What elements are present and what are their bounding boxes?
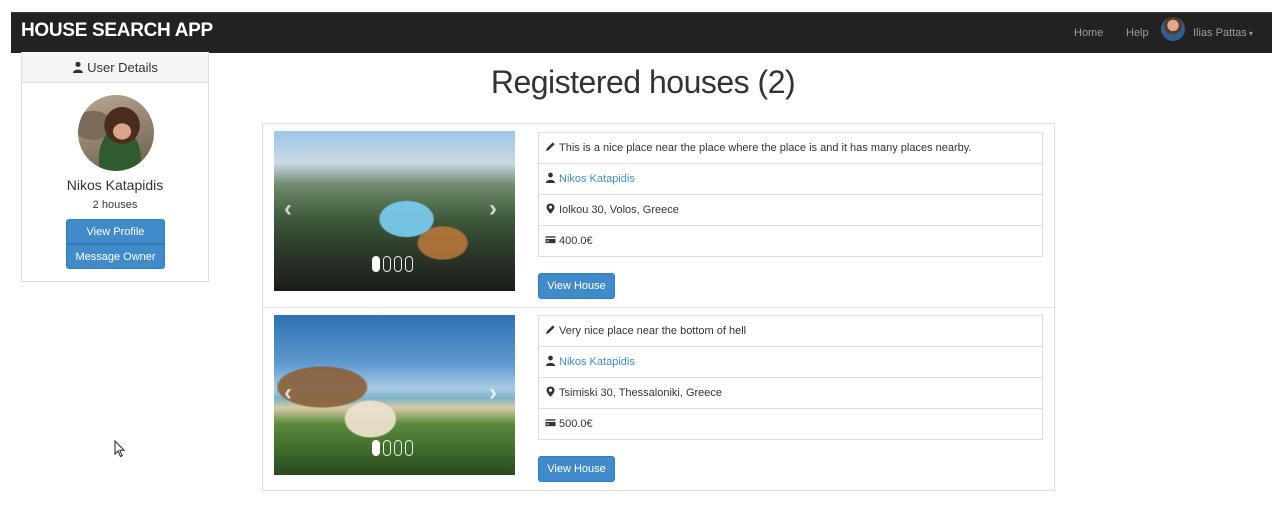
chevron-left-icon[interactable]: ‹ [284,381,298,405]
house-price: 400.0€ [539,226,1042,256]
carousel-indicator[interactable] [383,440,391,456]
panel-heading-label: User Details [87,60,158,75]
map-marker-icon [546,203,555,214]
house-address-text: Iolkou 30, Volos, Greece [559,204,679,216]
user-icon [545,355,556,366]
carousel-indicator[interactable] [405,440,413,456]
owner-name: Nikos Katapidis [66,177,164,193]
chevron-left-icon[interactable]: ‹ [284,197,298,221]
chevron-right-icon[interactable]: › [489,381,503,405]
house-image-carousel[interactable]: ‹ › [274,131,515,291]
house-description-text: Very nice place near the bottom of hell [559,325,747,337]
carousel-indicator[interactable] [394,256,402,272]
panel-heading: User Details [22,52,208,83]
nav-user-name: Ilias Pattas [1193,27,1247,39]
chevron-right-icon[interactable]: › [489,197,503,221]
house-image-carousel[interactable]: ‹ › [274,315,515,475]
page-title: Registered houses (2) [490,64,796,100]
carousel-indicator[interactable] [383,256,391,272]
top-navbar: HOUSE SEARCH APP Home Help Ilias Pattas ▾ [11,12,1272,53]
house-list: ‹ › This is a nice place near the place … [262,123,1055,491]
house-info-list: Very nice place near the bottom of hell … [538,315,1043,440]
pencil-icon [545,142,555,152]
nav-help-link[interactable]: Help [1126,27,1149,39]
view-house-button[interactable]: View House [538,273,615,299]
view-house-button[interactable]: View House [538,456,615,482]
nav-home-link[interactable]: Home [1074,27,1103,39]
house-address: Tsimiski 30, Thessaloniki, Greece [539,378,1042,409]
house-price-text: 400.0€ [559,235,593,247]
nav-user-menu[interactable]: Ilias Pattas ▾ [1193,27,1253,39]
house-description: This is a nice place near the place wher… [539,133,1042,164]
user-icon [545,172,556,183]
nav-user-avatar[interactable] [1161,17,1185,41]
owner-houses-count: 2 houses [92,199,138,211]
pencil-icon [545,325,555,335]
credit-card-icon [545,236,556,244]
house-divider [263,307,1054,308]
credit-card-icon [545,419,556,427]
carousel-indicators [372,256,416,272]
mouse-cursor-icon [114,440,126,458]
house-owner-link[interactable]: Nikos Katapidis [559,173,635,185]
house-description-text: This is a nice place near the place wher… [559,142,972,154]
house-owner[interactable]: Nikos Katapidis [539,164,1042,195]
user-details-panel: User Details Nikos Katapidis 2 houses Vi… [21,52,209,282]
user-icon [73,61,84,73]
owner-avatar [78,95,154,171]
house-owner-link[interactable]: Nikos Katapidis [559,356,635,368]
carousel-indicator[interactable] [372,256,380,272]
house-address: Iolkou 30, Volos, Greece [539,195,1042,226]
house-price-text: 500.0€ [559,418,593,430]
house-info-list: This is a nice place near the place wher… [538,132,1043,257]
house-description: Very nice place near the bottom of hell [539,316,1042,347]
carousel-indicator[interactable] [394,440,402,456]
house-price: 500.0€ [539,409,1042,439]
map-marker-icon [546,386,555,397]
view-profile-button[interactable]: View Profile [66,219,165,244]
message-owner-button[interactable]: Message Owner [66,244,165,269]
house-address-text: Tsimiski 30, Thessaloniki, Greece [559,387,723,399]
app-brand[interactable]: HOUSE SEARCH APP [21,20,213,42]
carousel-indicator[interactable] [372,440,380,456]
carousel-indicators [372,440,416,456]
house-owner[interactable]: Nikos Katapidis [539,347,1042,378]
caret-down-icon: ▾ [1248,29,1253,38]
carousel-indicator[interactable] [405,256,413,272]
